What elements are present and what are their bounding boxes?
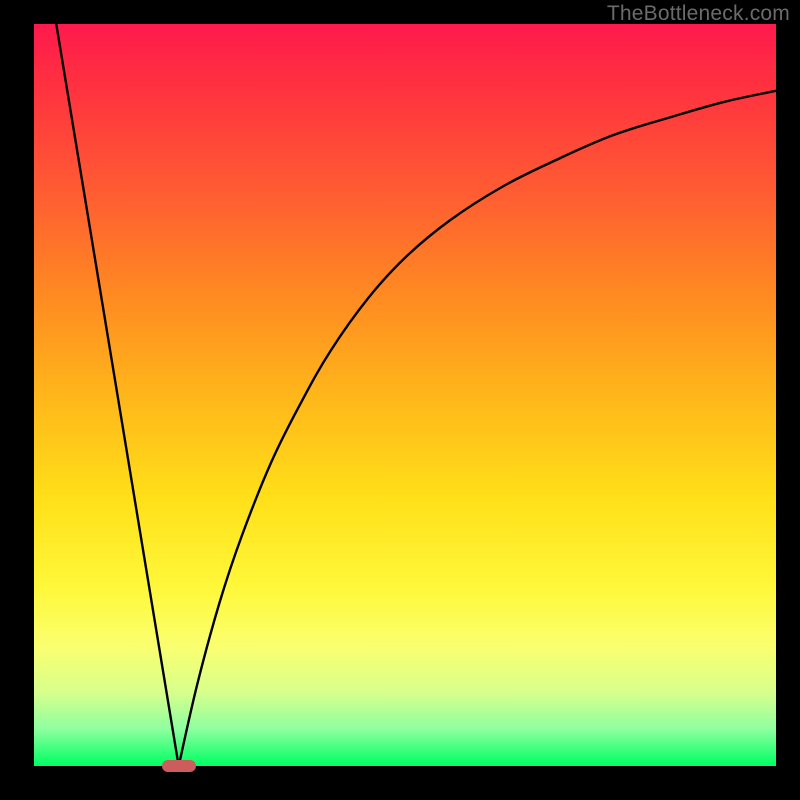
curve-left-branch (56, 24, 178, 766)
watermark-text: TheBottleneck.com (607, 2, 790, 26)
chart-frame: TheBottleneck.com (0, 0, 800, 800)
curve-right-branch (179, 91, 776, 766)
bottleneck-marker (162, 760, 196, 772)
plot-area (34, 24, 776, 766)
curve-svg (34, 24, 776, 766)
